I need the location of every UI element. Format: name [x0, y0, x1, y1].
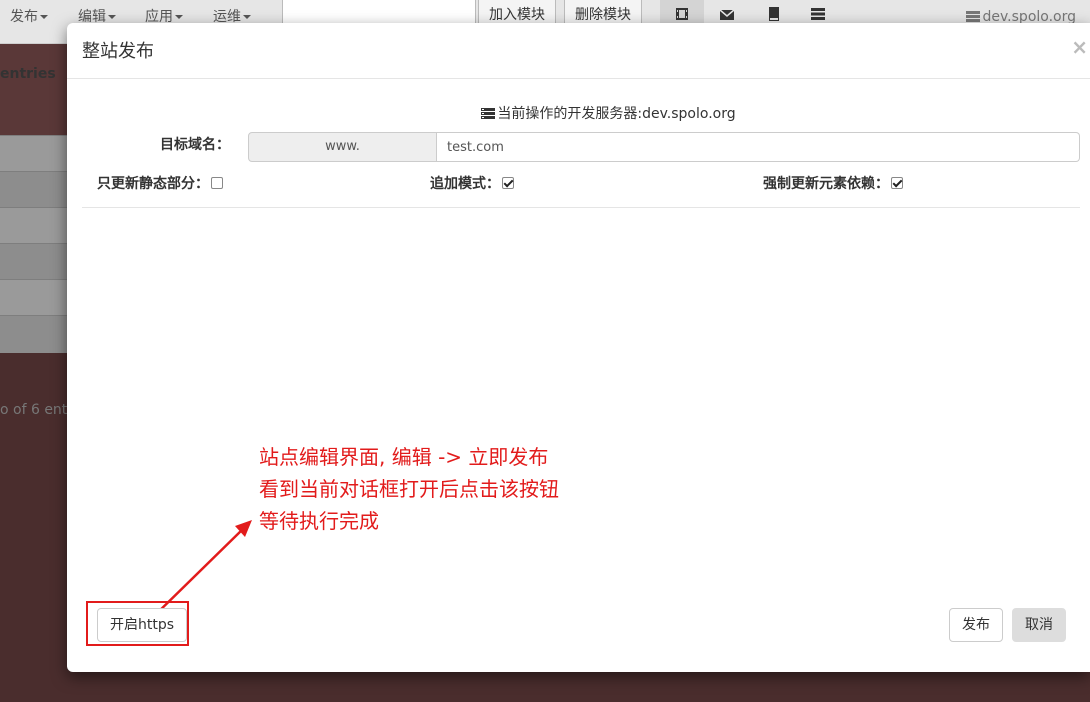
target-domain-label: 目标域名： — [160, 137, 230, 153]
table-row — [0, 279, 67, 315]
table-row — [0, 171, 67, 207]
server-icon — [481, 108, 496, 119]
table-row — [0, 315, 67, 353]
entries-label: entries — [0, 66, 56, 82]
static-only-option: 只更新静态部分： — [97, 173, 223, 193]
background-header-area — [0, 44, 67, 135]
server-name-text: dev.spolo.org — [642, 106, 736, 122]
dialog-title: 整站发布 — [82, 41, 154, 62]
table-row — [0, 243, 67, 279]
annotation-line-1: 站点编辑界面, 编辑 -> 立即发布 — [259, 445, 549, 469]
static-only-checkbox[interactable] — [211, 177, 223, 189]
caret-down-icon — [108, 15, 116, 19]
caret-down-icon — [40, 15, 48, 19]
current-dev-server: 当前操作的开发服务器:dev.spolo.org — [67, 103, 1090, 123]
caret-down-icon — [243, 15, 251, 19]
annotation-line-2: 看到当前对话框打开后点击该按钮 — [259, 477, 559, 501]
form-divider — [82, 207, 1080, 208]
caret-down-icon — [175, 15, 183, 19]
server-icon — [966, 11, 981, 22]
menu-publish-label: 发布 — [10, 9, 38, 25]
force-update-option: 强制更新元素依赖： — [763, 173, 903, 193]
append-mode-label: 追加模式： — [430, 176, 500, 192]
append-mode-option: 追加模式： — [430, 173, 514, 193]
close-icon[interactable]: × — [1071, 35, 1088, 59]
menu-publish[interactable]: 发布 — [10, 0, 48, 34]
force-update-checkbox[interactable] — [891, 177, 903, 189]
table-row — [0, 135, 67, 171]
server-prefix-text: 当前操作的开发服务器: — [497, 106, 643, 122]
site-publish-dialog: 整站发布 × 当前操作的开发服务器:dev.spolo.org 目标域名： ww… — [67, 23, 1090, 672]
pagination-info: o of 6 entri — [0, 402, 77, 418]
cancel-button[interactable]: 取消 — [1012, 608, 1066, 642]
table-row — [0, 207, 67, 243]
target-domain-input[interactable] — [437, 132, 1080, 162]
static-only-label: 只更新静态部分： — [97, 176, 209, 192]
annotation-line-3: 等待执行完成 — [259, 509, 379, 533]
dialog-header: 整站发布 × — [67, 23, 1090, 79]
enable-https-button[interactable]: 开启https — [97, 608, 188, 642]
append-mode-checkbox[interactable] — [502, 177, 514, 189]
force-update-label: 强制更新元素依赖： — [763, 176, 889, 192]
domain-prefix-addon: www. — [248, 132, 437, 162]
publish-button[interactable]: 发布 — [949, 608, 1003, 642]
instruction-annotation: 站点编辑界面, 编辑 -> 立即发布 看到当前对话框打开后点击该按钮 等待执行完… — [259, 441, 559, 537]
